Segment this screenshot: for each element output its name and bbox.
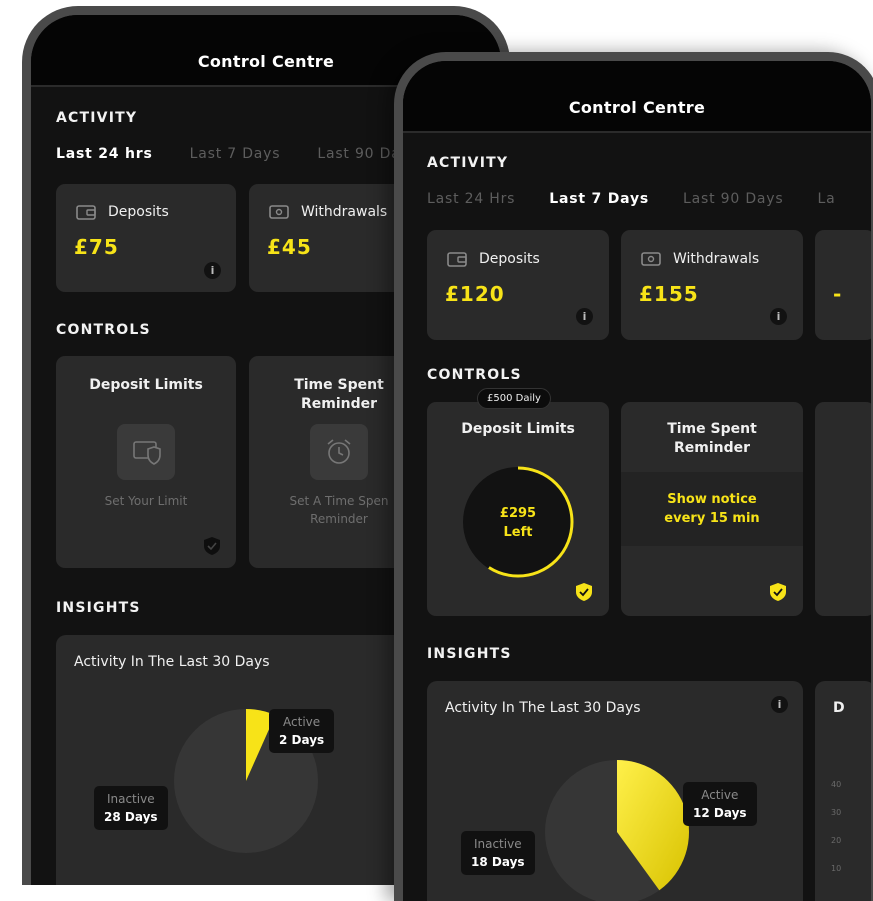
- wallet-icon: [76, 205, 96, 220]
- front-tab-last-24-hrs[interactable]: Last 24 Hrs: [427, 191, 515, 207]
- back-withdrawals-label: Withdrawals: [301, 204, 388, 220]
- front-partial-axis: 40 30 20 10: [831, 771, 841, 883]
- back-tab-last-24-hrs[interactable]: Last 24 hrs: [56, 146, 153, 162]
- back-withdrawals-amount: £45: [267, 235, 312, 259]
- front-partial-insight-card[interactable]: D 40 30 20 10: [815, 681, 871, 901]
- info-icon[interactable]: i: [576, 308, 593, 325]
- front-remaining: £295 Left: [427, 504, 609, 542]
- front-tab-last-90-days[interactable]: Last 90 Days: [683, 191, 783, 207]
- back-deposit-limits-card[interactable]: Deposit Limits Set Your Limit: [56, 356, 236, 568]
- front-deposit-limits-card[interactable]: Deposit Limits £295 Left: [427, 402, 609, 616]
- axis-tick: 10: [831, 864, 842, 873]
- axis-tick: 20: [831, 836, 842, 845]
- alarm-clock-icon: [327, 439, 351, 464]
- front-pie-chart: [545, 760, 690, 901]
- back-inactive-value: 28 Days: [104, 810, 158, 824]
- back-active-label-text: Active: [283, 715, 321, 729]
- back-time-sub-line1: Set A Time Spen: [289, 494, 389, 508]
- back-activity-tabs: Last 24 hrs Last 7 Days Last 90 Da: [56, 146, 401, 162]
- back-time-sub-line2: Reminder: [310, 512, 368, 526]
- back-insight-card[interactable]: Activity In The Last 30 Days Active 2 Da…: [56, 635, 436, 885]
- front-page-title: Control Centre: [568, 98, 706, 117]
- front-insight-title: Activity In The Last 30 Days: [445, 700, 641, 716]
- back-tab-last-7-days[interactable]: Last 7 Days: [190, 146, 281, 162]
- back-controls-heading: CONTROLS: [56, 322, 151, 338]
- front-insight-card[interactable]: Activity In The Last 30 Days i Active 12…: [427, 681, 803, 901]
- back-insights-heading: INSIGHTS: [56, 600, 141, 616]
- phone-front: Control Centre ACTIVITY Last 24 Hrs Last…: [394, 52, 873, 901]
- front-withdrawals-card[interactable]: Withdrawals £155 i: [621, 230, 803, 340]
- front-time-title-line1: Time Spent: [667, 421, 757, 437]
- back-active-value: 2 Days: [279, 733, 325, 747]
- back-inactive-label: Inactive 28 Days: [94, 786, 168, 830]
- front-controls-heading: CONTROLS: [427, 367, 522, 383]
- front-time-title-line2: Reminder: [673, 440, 751, 456]
- front-withdrawals-amount: £155: [639, 282, 699, 306]
- front-time-spent-card[interactable]: Time Spent Reminder Show notice every 15…: [621, 402, 803, 616]
- shield-check-icon: [204, 537, 220, 555]
- cash-icon: [641, 252, 661, 266]
- back-deposits-label: Deposits: [108, 204, 169, 220]
- front-screen: Control Centre ACTIVITY Last 24 Hrs Last…: [403, 61, 871, 901]
- wallet-shield-icon: [133, 441, 161, 465]
- info-icon[interactable]: i: [771, 696, 788, 713]
- back-time-spent-title-line1: Time Spent: [294, 377, 384, 393]
- front-insights-heading: INSIGHTS: [427, 646, 512, 662]
- front-remaining-label: Left: [503, 525, 533, 540]
- back-set-your-limit: Set Your Limit: [104, 494, 188, 508]
- front-active-value: 12 Days: [693, 806, 747, 820]
- front-partial-card-amount: -: [833, 282, 843, 306]
- front-title-bar: Control Centre: [403, 61, 871, 133]
- front-notice-line2: every 15 min: [664, 511, 760, 526]
- back-deposit-limit-icon-box: [117, 424, 175, 480]
- front-withdrawals-label: Withdrawals: [673, 251, 760, 267]
- back-page-title: Control Centre: [197, 52, 335, 71]
- front-activity-heading: ACTIVITY: [427, 155, 509, 171]
- back-time-icon-box: [310, 424, 368, 480]
- front-inactive-label-text: Inactive: [473, 837, 522, 851]
- info-icon[interactable]: i: [204, 262, 221, 279]
- info-icon[interactable]: i: [770, 308, 787, 325]
- front-deposits-label: Deposits: [479, 251, 540, 267]
- front-tab-last-7-days[interactable]: Last 7 Days: [549, 191, 649, 207]
- front-deposit-limits-title: Deposit Limits: [461, 421, 575, 437]
- front-notice-band: Show notice every 15 min: [621, 472, 803, 546]
- shield-check-icon: [770, 583, 786, 601]
- daily-limit-badge: £500 Daily: [477, 388, 551, 409]
- cash-icon: [269, 205, 289, 219]
- front-time-spent-title: Time Spent Reminder: [621, 420, 803, 458]
- front-notice-line1: Show notice: [667, 492, 757, 507]
- front-partial-card[interactable]: -: [815, 230, 871, 340]
- back-insight-title: Activity In The Last 30 Days: [74, 654, 270, 670]
- front-deposits-card[interactable]: Deposits £120 i: [427, 230, 609, 340]
- axis-tick: 40: [831, 780, 842, 789]
- back-deposit-limits-title: Deposit Limits: [89, 377, 203, 393]
- front-inactive-label: Inactive 18 Days: [461, 831, 535, 875]
- front-activity-tabs: Last 24 Hrs Last 7 Days Last 90 Days La: [427, 191, 835, 207]
- front-partial-control-card[interactable]: [815, 402, 871, 616]
- back-deposits-amount: £75: [74, 235, 119, 259]
- back-activity-heading: ACTIVITY: [56, 110, 138, 126]
- front-active-label: Active 12 Days: [683, 782, 757, 826]
- front-deposits-amount: £120: [445, 282, 505, 306]
- front-tab-more[interactable]: La: [817, 191, 835, 207]
- wallet-icon: [447, 252, 467, 267]
- shield-check-icon: [576, 583, 592, 601]
- back-active-label: Active 2 Days: [269, 709, 335, 753]
- axis-tick: 30: [831, 808, 842, 817]
- front-active-label-text: Active: [701, 788, 739, 802]
- back-time-spent-title-line2: Reminder: [300, 396, 378, 412]
- back-tab-last-90-days[interactable]: Last 90 Da: [317, 146, 400, 162]
- front-partial-insight-letter: D: [833, 700, 845, 716]
- back-inactive-label-text: Inactive: [106, 792, 155, 806]
- back-deposits-card[interactable]: Deposits £75 i: [56, 184, 236, 292]
- front-remaining-amount: £295: [499, 506, 537, 521]
